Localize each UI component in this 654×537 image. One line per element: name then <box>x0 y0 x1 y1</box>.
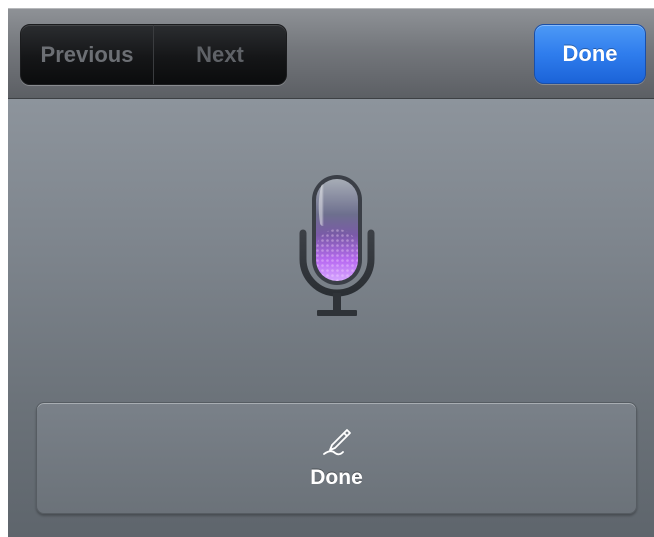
pen-icon <box>323 429 351 456</box>
previous-button[interactable]: Previous <box>21 25 153 84</box>
keyboard-area: Previous Next Done Done <box>8 8 654 537</box>
dictation-panel: Done <box>8 99 654 537</box>
done-button[interactable]: Done <box>534 24 646 84</box>
dictation-done-button[interactable]: Done <box>36 402 637 514</box>
microphone-icon <box>299 175 375 316</box>
dictation-done-label: Done <box>310 466 363 489</box>
input-accessory-toolbar: Previous Next Done <box>8 8 654 99</box>
previous-next-segmented-control: Previous Next <box>20 24 287 85</box>
next-button[interactable]: Next <box>154 25 286 84</box>
